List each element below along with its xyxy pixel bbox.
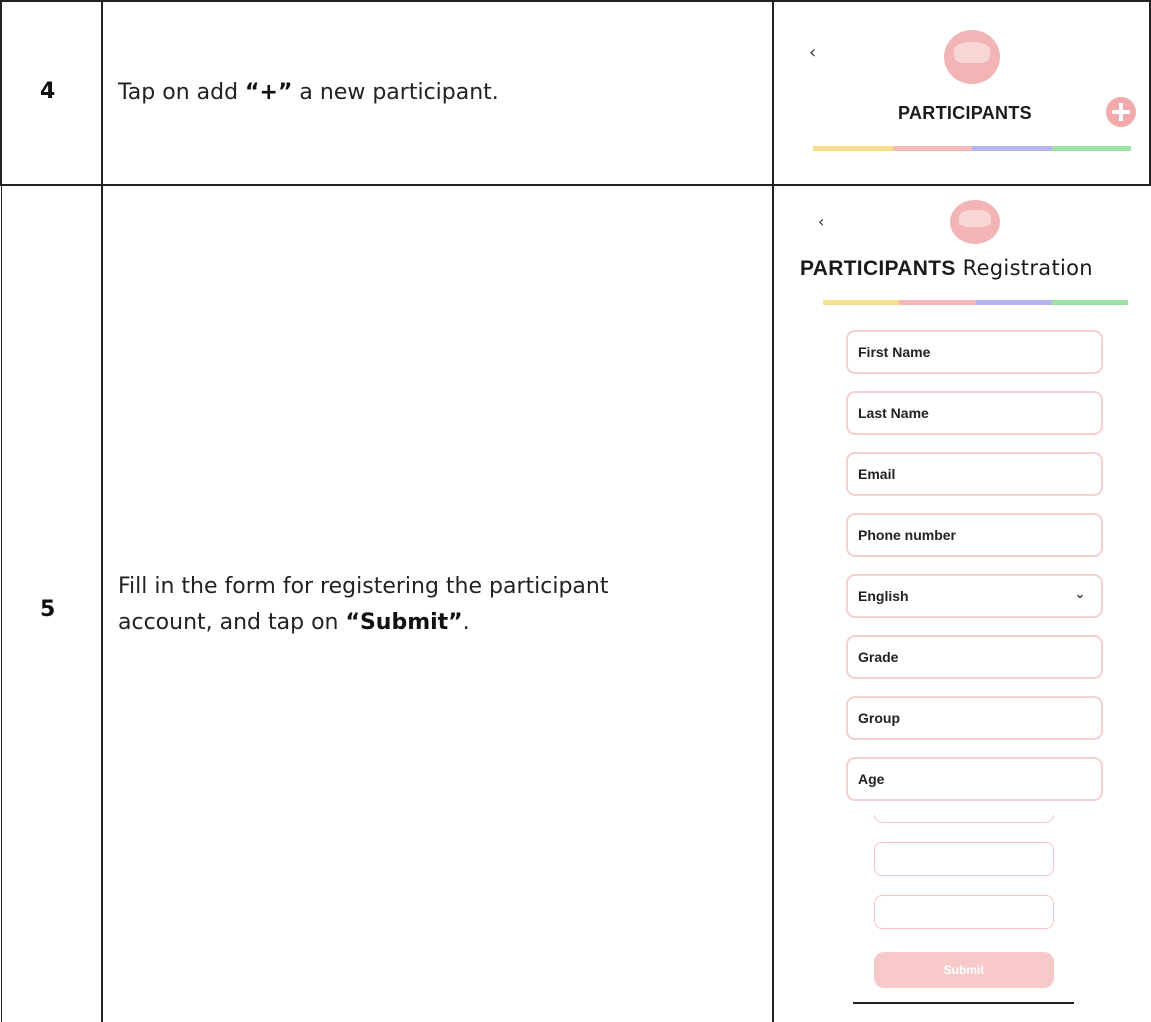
step-instruction: Fill in the form for registering the par… [118, 569, 768, 641]
color-bar-blue [975, 300, 1052, 305]
field-label: First Name [858, 344, 931, 360]
color-bar [813, 146, 1131, 151]
chevron-left-icon[interactable]: ‹ [809, 42, 816, 63]
group-field[interactable]: Group [846, 696, 1103, 740]
chevron-left-icon[interactable]: ‹ [818, 212, 824, 231]
phone-number-field[interactable]: Phone number [846, 513, 1103, 557]
select-value: English [858, 588, 909, 604]
table-left-border-row5 [1, 184, 2, 1022]
field-label: Group [858, 710, 900, 726]
column-divider-1 [101, 0, 103, 1022]
color-bar-pink [892, 146, 972, 151]
title-bold: PARTICIPANTS [800, 257, 956, 280]
field-label: Last Name [858, 405, 929, 421]
first-name-field[interactable]: First Name [846, 330, 1103, 374]
instruction-bold: “+” [245, 80, 293, 105]
instruction-text: Tap on add [118, 80, 246, 105]
color-bar-yellow [823, 300, 900, 305]
instruction-text: . [462, 610, 470, 635]
color-bar-pink [899, 300, 976, 305]
language-select[interactable]: English ⌄ [846, 574, 1103, 618]
plus-circle-icon[interactable] [1106, 97, 1136, 127]
field-label: Grade [858, 649, 899, 665]
app-logo [944, 30, 1000, 84]
color-bar-green [1051, 300, 1128, 305]
step-instruction: Tap on add “+” a new participant. [118, 75, 499, 111]
email-field[interactable]: Email [846, 452, 1103, 496]
instruction-bold: “Submit” [345, 610, 463, 635]
color-bar-green [1051, 146, 1131, 151]
row-divider [0, 184, 1151, 186]
instruction-text: account, and tap on [118, 610, 346, 635]
table-top-border [0, 0, 1151, 2]
table-left-border [0, 0, 2, 185]
title-light: Registration [955, 256, 1093, 280]
screen-title: PARTICIPANTS [898, 103, 1032, 123]
hidden-input-field[interactable] [874, 815, 1054, 825]
field-label: Phone number [858, 527, 957, 543]
age-field[interactable]: Age [846, 757, 1103, 801]
instruction-line: Fill in the form for registering the par… [118, 574, 609, 599]
input-border [874, 815, 1054, 823]
instruction-text: a new participant. [292, 80, 499, 105]
step-number: 4 [40, 79, 56, 104]
field-label: Email [858, 466, 896, 482]
color-bar [823, 300, 1128, 305]
color-bar-blue [972, 146, 1052, 151]
step-number: 5 [40, 597, 56, 622]
empty-input-field[interactable] [874, 842, 1054, 876]
screen-title: PARTICIPANTS Registration [800, 256, 1093, 281]
instruction-line: account, and tap on “Submit”. [118, 605, 768, 641]
color-bar-yellow [813, 146, 893, 151]
grade-field[interactable]: Grade [846, 635, 1103, 679]
field-label: Age [858, 771, 885, 787]
chevron-down-icon: ⌄ [1074, 587, 1085, 601]
underline [853, 1002, 1074, 1004]
submit-button[interactable]: Submit [874, 952, 1054, 988]
column-divider-2 [772, 0, 774, 1022]
last-name-field[interactable]: Last Name [846, 391, 1103, 435]
empty-input-field[interactable] [874, 895, 1054, 929]
app-logo [950, 200, 1000, 244]
